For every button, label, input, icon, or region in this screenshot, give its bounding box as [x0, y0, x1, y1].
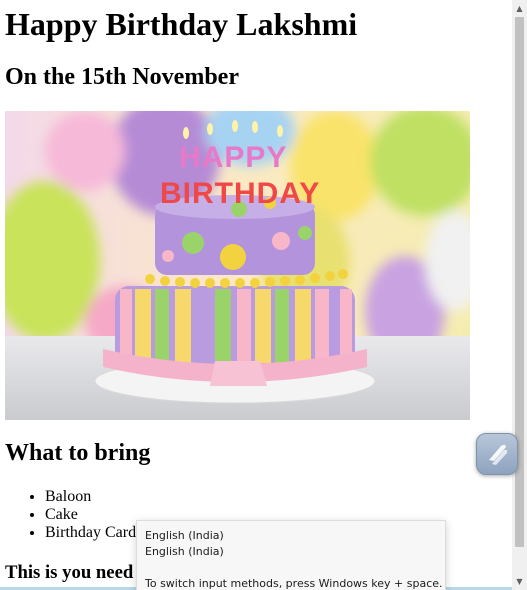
cake-illustration: HAPPY BIRTHDAY [5, 111, 470, 420]
list-item: Birthday Card [45, 524, 136, 542]
web-page: Happy Birthday Lakshmi On the 15th Novem… [0, 0, 512, 590]
what-to-bring-heading: What to bring [5, 440, 151, 466]
input-method-tooltip: English (India) English (India) To switc… [136, 520, 446, 590]
vertical-scrollbar[interactable]: ▲ ▼ [512, 0, 527, 590]
bring-list: Baloon Cake Birthday Card [5, 488, 136, 542]
ime-language-layout: English (India) [145, 545, 224, 558]
candle-text-birthday: BIRTHDAY [160, 177, 320, 210]
page-title: Happy Birthday Lakshmi [5, 6, 358, 42]
date-heading: On the 15th November [5, 64, 239, 90]
pen-assistant-icon [489, 444, 508, 465]
candle-text-happy: HAPPY [179, 141, 287, 174]
list-item: Baloon [45, 488, 136, 506]
you-need-heading: This is you need [5, 562, 134, 583]
ime-language-current: English (India) [145, 529, 224, 542]
ime-switch-hint: To switch input methods, press Windows k… [145, 577, 443, 590]
scroll-up-arrow-icon[interactable]: ▲ [512, 0, 527, 17]
scroll-down-arrow-icon[interactable]: ▼ [512, 573, 527, 590]
pen-assistant-button[interactable] [476, 433, 518, 475]
birthday-cake-image: HAPPY BIRTHDAY [5, 111, 470, 420]
list-item: Cake [45, 506, 136, 524]
